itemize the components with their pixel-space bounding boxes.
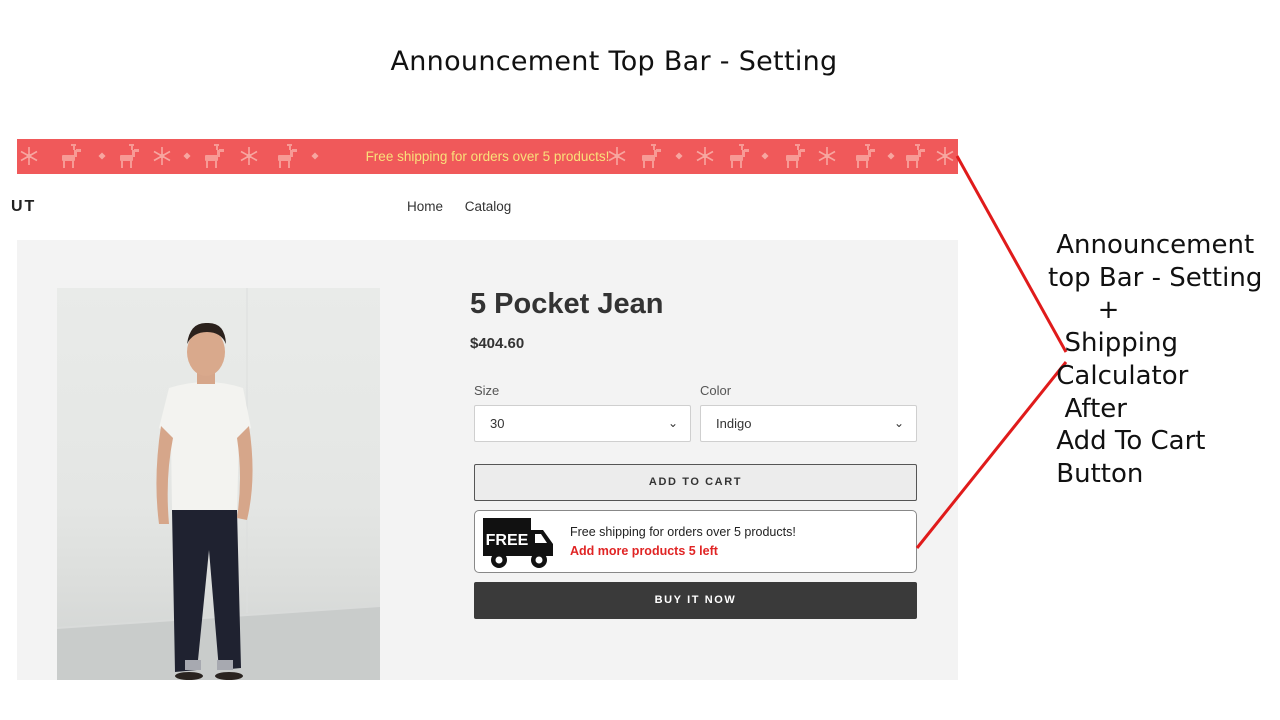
annotation-text: Announcement top Bar - Setting + Shippin… — [1048, 229, 1262, 491]
chevron-down-icon: ⌄ — [667, 416, 678, 430]
shipping-calculator: FREE Free shipping for orders over 5 pro… — [474, 510, 917, 573]
annotation-line: top Bar - Setting — [1048, 262, 1263, 293]
color-label: Color — [700, 383, 732, 398]
product-section: 5 Pocket Jean $404.60 Size 30 ⌄ Color In… — [17, 240, 958, 680]
annotation-line: After — [1048, 393, 1127, 424]
size-select[interactable]: 30 ⌄ — [474, 405, 691, 442]
announcement-bar[interactable]: Free shipping for orders over 5 products… — [17, 139, 958, 174]
color-select[interactable]: Indigo ⌄ — [700, 405, 917, 442]
store-logo[interactable]: UT — [11, 198, 36, 216]
annotation-line: Announcement — [1048, 230, 1255, 260]
annotation-line: Add To Cart — [1048, 426, 1206, 457]
announcement-text: Free shipping for orders over 5 products… — [365, 149, 610, 164]
add-to-cart-button[interactable]: ADD TO CART — [474, 464, 917, 501]
product-photo — [57, 288, 380, 680]
size-label: Size — [474, 383, 500, 398]
color-value: Indigo — [716, 416, 752, 431]
main-nav: Home Catalog — [407, 199, 529, 214]
nav-item-home[interactable]: Home — [407, 199, 443, 214]
free-badge-text: FREE — [486, 532, 529, 549]
annotation-line: Button — [1048, 458, 1144, 489]
annotation-line: + — [1048, 295, 1120, 326]
shipping-message: Free shipping for orders over 5 products… — [570, 525, 796, 539]
truck-icon: FREE — [483, 518, 553, 568]
nav-item-catalog[interactable]: Catalog — [465, 199, 512, 214]
slide-title: Announcement Top Bar - Setting — [390, 46, 838, 77]
shipping-progress: Add more products 5 left — [570, 544, 718, 558]
chevron-down-icon: ⌄ — [893, 416, 904, 430]
size-value: 30 — [490, 416, 505, 431]
model-figure — [57, 288, 380, 680]
product-title: 5 Pocket Jean — [470, 288, 664, 320]
store-header: UT Home Catalog — [11, 174, 958, 240]
annotation-line: Shipping — [1048, 328, 1178, 359]
product-price: $404.60 — [470, 335, 525, 352]
annotation-line: Calculator — [1048, 360, 1189, 391]
buy-it-now-button[interactable]: BUY IT NOW — [474, 582, 917, 619]
